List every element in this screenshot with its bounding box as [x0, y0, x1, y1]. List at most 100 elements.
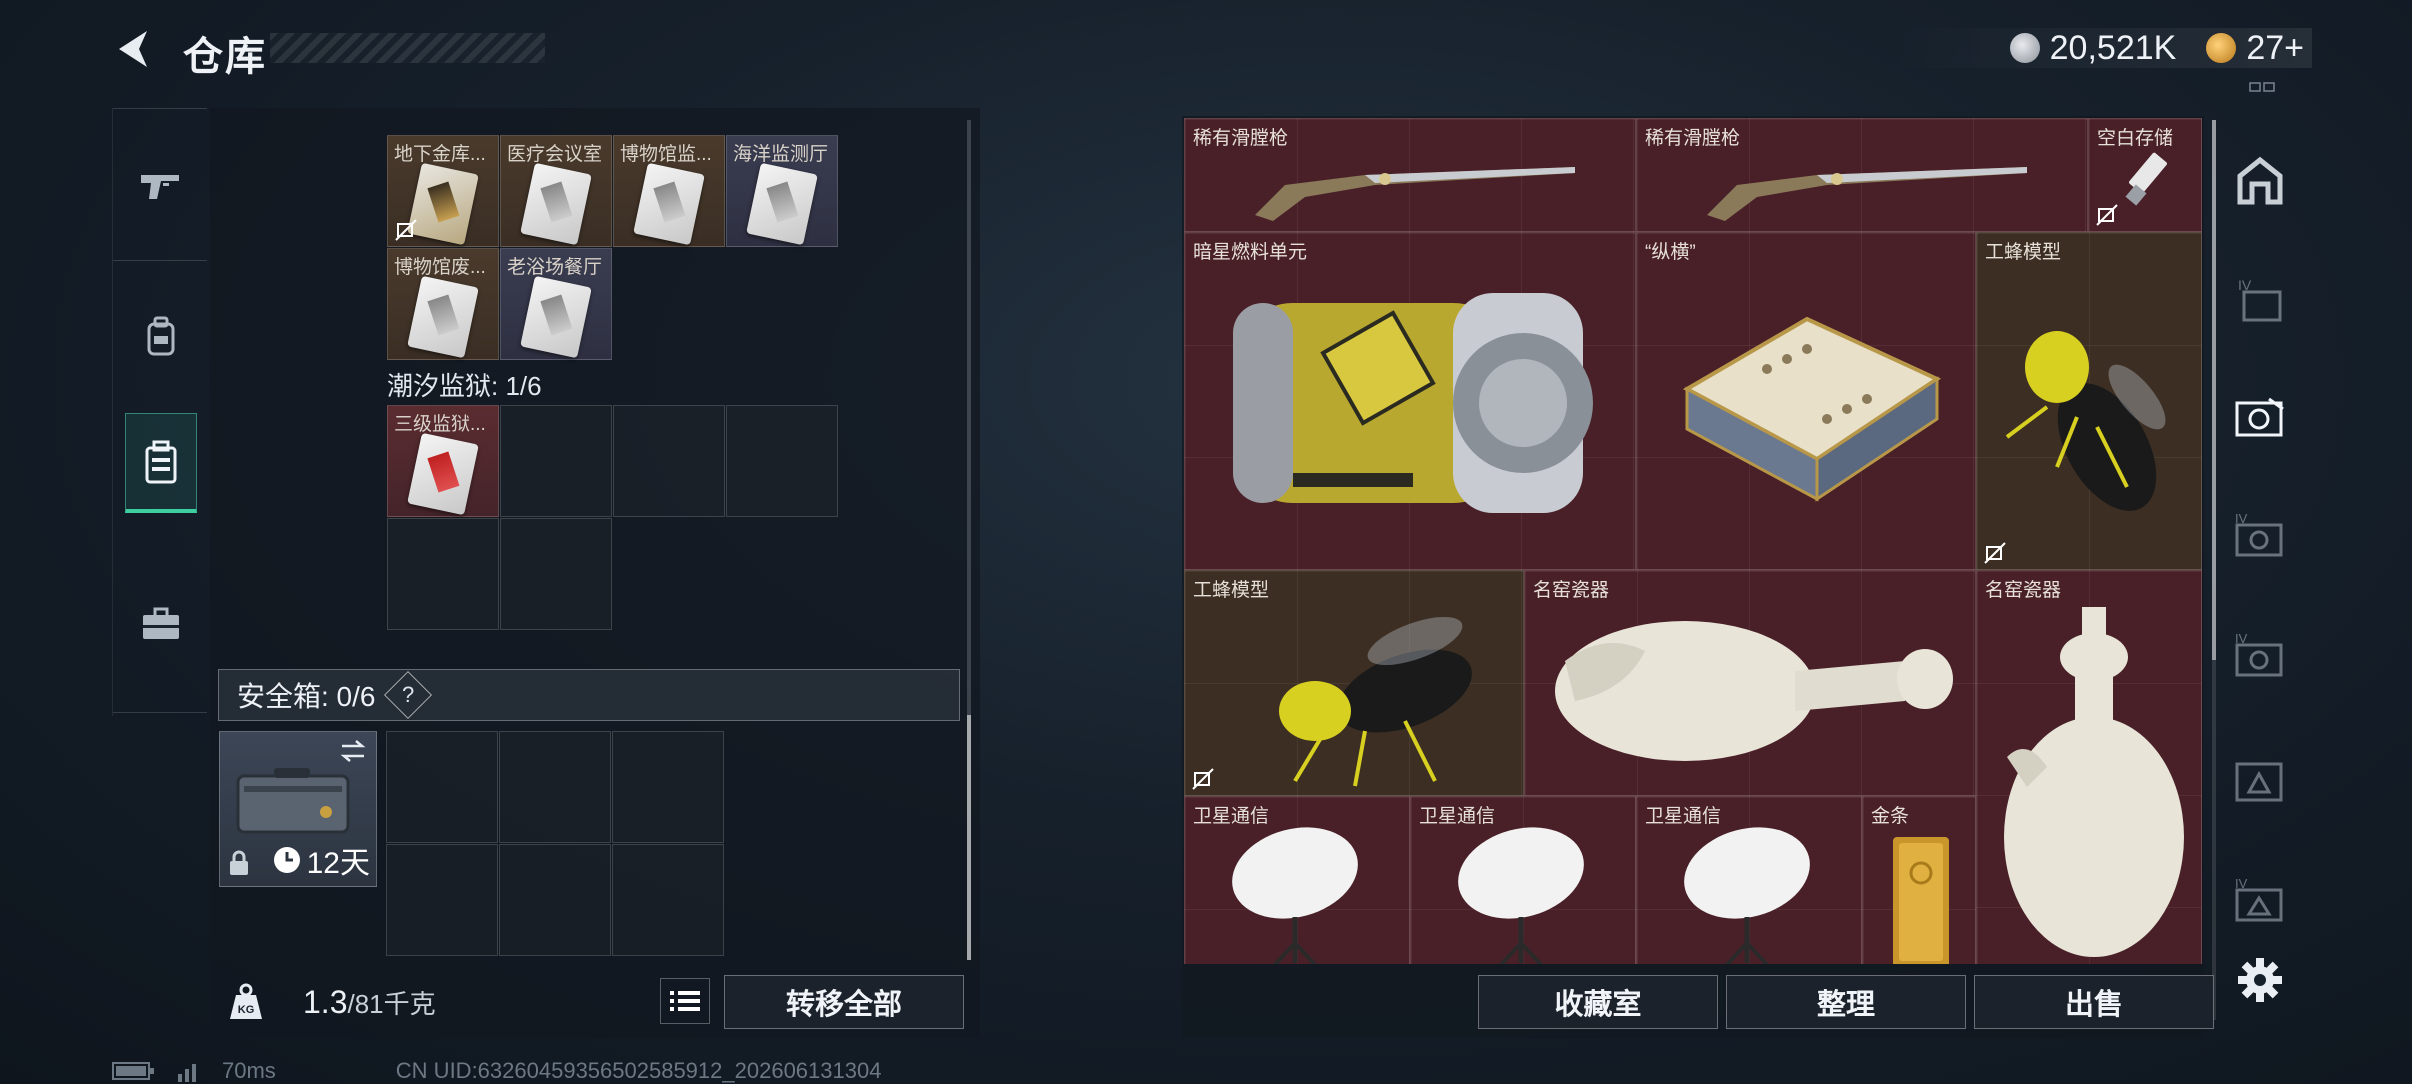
keycard-image — [520, 162, 592, 246]
keycard-slot[interactable]: 医疗会议室 — [500, 135, 612, 247]
satellite-dish-image — [1684, 827, 1810, 964]
safebox-header: 安全箱: 0/6 ? — [218, 669, 960, 721]
swap-icon[interactable] — [338, 738, 368, 764]
transfer-all-button[interactable]: 转移全部 — [724, 975, 964, 1029]
tab-weapons[interactable] — [125, 138, 197, 234]
settings-button[interactable] — [2232, 952, 2288, 1008]
silver-currency-value: 20,521K — [2049, 28, 2177, 67]
uid-text: CN UID:6326045935650258591​2_20260613130… — [395, 1058, 882, 1083]
empty-keycard-slot[interactable] — [500, 518, 612, 630]
safebox-slot[interactable] — [386, 731, 498, 843]
weight-readout: 1.3/81千克 — [303, 984, 436, 1021]
warehouse-scrollbar-thumb[interactable] — [2212, 120, 2216, 660]
chess-board-image — [1682, 316, 1942, 502]
gold-currency-value[interactable]: 27+ — [2246, 29, 2304, 68]
signal-icon — [178, 1064, 196, 1082]
keycard-label: 博物馆废... — [394, 257, 486, 278]
safebox-slot[interactable] — [612, 731, 724, 843]
tab-briefcase[interactable] — [125, 576, 197, 672]
safebox-label: 安全箱: 0/6 — [237, 681, 376, 712]
item-blank-storage[interactable]: 空白存储 — [2088, 118, 2202, 232]
item-label: 金条 — [1871, 806, 1910, 827]
days-text: 12天 — [306, 847, 370, 880]
tab-warehouse-7[interactable]: IV — [2230, 870, 2290, 930]
wasp-model-image — [2005, 331, 2166, 511]
keycard-slot[interactable]: 三级监狱... — [387, 405, 499, 517]
item-rare-musket[interactable]: 稀有滑膛枪 — [1636, 118, 2088, 232]
safebox-slot[interactable] — [612, 844, 724, 956]
list-view-button[interactable] — [660, 978, 710, 1024]
title-decoration — [270, 33, 545, 63]
svg-text:IV: IV — [2238, 277, 2252, 293]
keycard-label: 地下金库... — [394, 144, 486, 165]
gear-icon — [2238, 958, 2282, 1002]
usb-drive-image — [2125, 152, 2167, 206]
keycard-image — [746, 162, 818, 246]
tab-warehouse-6[interactable] — [2230, 750, 2290, 810]
safebox-slot[interactable] — [499, 731, 611, 843]
currency-bar: 20,521K 27+ — [1890, 28, 2312, 68]
backpack-icon — [147, 316, 175, 356]
uninsured-icon — [1984, 542, 2006, 564]
item-worker-bee-model[interactable]: 工蜂模型 — [1184, 570, 1524, 796]
ping-text: 70ms — [222, 1058, 276, 1083]
item-dark-star-fuel-cell[interactable]: 暗星燃料单元 — [1184, 232, 1636, 570]
keycard-image — [407, 432, 479, 516]
sell-button[interactable]: 出售 — [1974, 975, 2214, 1029]
silver-coin-icon — [2009, 33, 2040, 63]
tab-storage-case[interactable] — [125, 413, 197, 513]
keycard-image — [407, 275, 479, 359]
item-satellite-comm[interactable]: 卫星通信 — [1184, 796, 1410, 964]
empty-keycard-slot[interactable] — [500, 405, 612, 517]
item-label: “纵横” — [1645, 242, 1696, 263]
keycard-label: 博物馆监... — [620, 144, 712, 165]
svg-text:IV: IV — [2235, 631, 2248, 646]
item-worker-bee-model[interactable]: 工蜂模型 — [1976, 232, 2202, 570]
camera-warehouse-iv-icon: IV — [2235, 511, 2283, 557]
safebox-slot[interactable] — [499, 844, 611, 956]
musket-image — [1707, 167, 2027, 221]
back-button[interactable] — [108, 24, 158, 74]
tab-warehouse-2[interactable]: IV — [2230, 270, 2290, 330]
tab-warehouse-home[interactable] — [2230, 150, 2290, 210]
keycard-slot[interactable]: 老浴场餐厅 — [500, 248, 612, 360]
item-rare-musket[interactable]: 稀有滑膛枪 — [1184, 118, 1636, 232]
item-famous-porcelain[interactable]: 名窑瓷器 — [1524, 570, 1976, 796]
collection-room-button[interactable]: 收藏室 — [1478, 975, 1718, 1029]
empty-keycard-slot[interactable] — [613, 405, 725, 517]
keycard-label: 海洋监测厅 — [733, 144, 829, 165]
window-mode-icon[interactable] — [2248, 80, 2288, 94]
list-icon — [670, 991, 700, 1011]
empty-keycard-slot[interactable] — [387, 518, 499, 630]
tab-warehouse-5[interactable]: IV — [2230, 625, 2290, 685]
inventory-scrollbar-thumb[interactable] — [967, 715, 971, 960]
tab-backpack[interactable] — [125, 288, 197, 384]
safebox-case-item[interactable]: 12天 — [219, 731, 377, 887]
item-famous-porcelain[interactable]: 名窑瓷器 — [1976, 570, 2202, 964]
home-icon — [2237, 156, 2283, 205]
svg-text:IV: IV — [2235, 511, 2248, 526]
keycard-slot[interactable]: 地下金库... — [387, 135, 499, 247]
tab-warehouse-3[interactable] — [2230, 385, 2290, 445]
item-label: 工蜂模型 — [1985, 242, 2062, 263]
item-satellite-comm[interactable]: 卫星通信 — [1410, 796, 1636, 964]
musket-image — [1255, 167, 1575, 221]
wasp-model-image — [1279, 616, 1472, 787]
keycard-slot[interactable]: 博物馆废... — [387, 248, 499, 360]
safebox-case-image — [236, 768, 350, 834]
satellite-dish-image — [1232, 827, 1358, 964]
weight-current: 1.3 — [303, 984, 348, 1020]
warehouse-grid: 稀有滑膛枪 稀有滑膛枪 空白存储 暗星燃料单元 “纵横” 工蜂模型 工蜂模型 名… — [1184, 118, 2202, 964]
tab-warehouse-4[interactable]: IV — [2230, 505, 2290, 565]
help-button[interactable]: ? — [384, 670, 433, 720]
item-chess-board[interactable]: “纵横” — [1636, 232, 1976, 570]
item-label: 暗星燃料单元 — [1193, 242, 1308, 263]
item-satellite-comm[interactable]: 卫星通信 — [1636, 796, 1862, 964]
safebox-slot[interactable] — [386, 844, 498, 956]
item-gold-bar[interactable]: 金条 — [1862, 796, 1976, 964]
keycard-slot[interactable]: 博物馆监... — [613, 135, 725, 247]
empty-keycard-slot[interactable] — [726, 405, 838, 517]
warehouse-iv-icon: IV — [2238, 277, 2282, 322]
keycard-slot[interactable]: 海洋监测厅 — [726, 135, 838, 247]
sort-button[interactable]: 整理 — [1726, 975, 1966, 1029]
